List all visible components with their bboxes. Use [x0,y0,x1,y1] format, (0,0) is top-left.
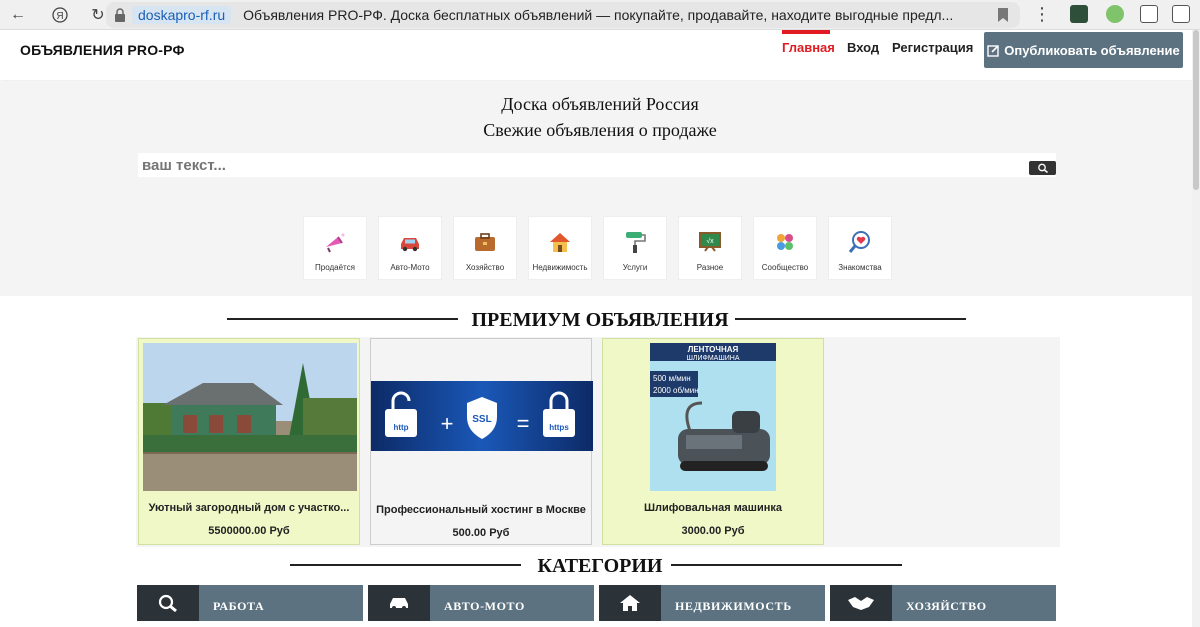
category-tile-dating[interactable]: Знакомства [828,216,892,280]
premium-card[interactable]: Уютный загородный дом с участко... 55000… [138,338,360,545]
premium-title: ПРЕМИУМ ОБЪЯВЛЕНИЯ [471,309,729,331]
category-tile-label: Сообщество [761,263,809,272]
search-bar [138,153,1056,177]
svg-text:http: http [393,423,408,432]
svg-text:√x: √x [706,237,714,245]
search-input[interactable] [138,153,1018,177]
card-title[interactable]: Шлифовальная машинка [603,502,823,514]
category-tile-services[interactable]: Услуги [603,216,667,280]
chalkboard-icon: √x [697,229,723,255]
card-title[interactable]: Профессиональный хостинг в Москве [371,504,591,516]
category-tile-label: Знакомства [838,263,882,272]
card-price: 5500000.00 Руб [208,525,290,537]
category-bar-household[interactable]: ХОЗЯЙСТВО [830,585,1056,621]
category-tile-label: Авто-Мото [390,263,430,272]
premium-card[interactable]: http + SSL = https Профессиональный хост… [370,338,593,545]
yandex-icon[interactable]: Я [48,3,72,27]
category-bar-work[interactable]: РАБОТА [137,585,363,621]
lock-icon [115,8,125,22]
magnifier-icon [137,585,199,621]
svg-text:+: + [441,411,454,436]
car-icon [397,229,423,255]
edit-icon [987,44,999,57]
bookmark-icon[interactable] [998,8,1008,22]
category-tile-label: Недвижимость [532,263,588,272]
nav-login[interactable]: Вход [847,40,879,55]
site-logo[interactable]: ОБЪЯВЛЕНИЯ PRO-РФ [20,42,185,58]
category-tile-misc[interactable]: √x Разное [678,216,742,280]
category-bar-label: ХОЗЯЙСТВО [906,599,987,613]
category-tile-label: Хозяйство [465,263,505,272]
handshake-icon [830,585,892,621]
house-icon [547,229,573,255]
hero-title: Доска объявлений Россия [501,94,699,114]
megaphone-icon [322,229,348,255]
svg-text:500 м/мин: 500 м/мин [653,374,691,383]
people-icon [772,229,798,255]
publish-label: Опубликовать объявление [1004,42,1180,58]
category-tile-household[interactable]: Хозяйство [453,216,517,280]
card-price: 500.00 Руб [452,527,510,539]
card-price: 3000.00 Руб [681,525,745,537]
back-icon[interactable]: ← [6,3,30,27]
category-bar-label: НЕДВИЖИМОСТЬ [675,599,792,613]
more-icon[interactable]: ⋮ [1033,4,1051,25]
ssl-banner: http + SSL = https [371,381,593,451]
search-button[interactable] [1029,161,1056,175]
category-tile-label: Услуги [622,263,648,272]
extension-icon[interactable] [1106,5,1124,23]
category-tiles: Продаётся Авто-Мото Хозяйство Недвижимос… [303,216,892,280]
svg-text:https: https [549,423,569,432]
category-bar-auto[interactable]: АВТО-МОТО [368,585,594,621]
card-title[interactable]: Уютный загородный дом с участко... [139,502,359,514]
category-tile-auto[interactable]: Авто-Мото [378,216,442,280]
category-tile-label: Разное [696,263,724,272]
nav-register[interactable]: Регистрация [892,40,973,55]
category-tile-sale[interactable]: Продаётся [303,216,367,280]
extension-icon[interactable] [1140,5,1158,23]
heart-search-icon [847,229,873,255]
category-bar-label: РАБОТА [213,599,265,613]
divider-line [735,318,966,320]
category-bar-realty[interactable]: НЕДВИЖИМОСТЬ [599,585,825,621]
house-photo [143,343,357,491]
hero-subtitle: Свежие объявления о продаже [483,120,717,140]
page-scrollbar[interactable] [1192,30,1200,627]
sander-photo: ЛЕНТОЧНАЯ ШЛИФМАШИНА 500 м/мин 2000 об/м… [650,343,776,491]
page-title: Объявления PRO-РФ. Доска бесплатных объя… [243,7,954,23]
svg-text:=: = [517,411,530,436]
category-tile-community[interactable]: Сообщество [753,216,817,280]
svg-text:ШЛИФМАШИНА: ШЛИФМАШИНА [686,355,739,362]
nav-home[interactable]: Главная [782,30,835,55]
paint-roller-icon [622,229,648,255]
briefcase-icon [472,229,498,255]
home-icon [599,585,661,621]
svg-text:ЛЕНТОЧНАЯ: ЛЕНТОЧНАЯ [688,345,739,354]
category-bar-label: АВТО-МОТО [444,599,525,613]
categories-title: КАТЕГОРИИ [537,555,663,577]
category-tile-label: Продаётся [315,263,355,272]
svg-text:Я: Я [56,11,63,22]
url-domain[interactable]: doskapro-rf.ru [132,6,232,24]
premium-card[interactable]: ЛЕНТОЧНАЯ ШЛИФМАШИНА 500 м/мин 2000 об/м… [602,338,824,545]
svg-text:2000 об/мин: 2000 об/мин [653,386,699,395]
scrollbar-thumb[interactable] [1193,30,1199,190]
car-icon [368,585,430,621]
download-icon[interactable] [1172,5,1190,23]
svg-text:SSL: SSL [472,414,491,425]
search-icon [1037,163,1048,173]
site-header: ОБЪЯВЛЕНИЯ PRO-РФ Главная Вход Регистрац… [0,30,1200,80]
address-bar[interactable]: doskapro-rf.ru Объявления PRO-РФ. Доска … [106,2,1020,28]
extension-icon[interactable] [1070,5,1088,23]
publish-button[interactable]: Опубликовать объявление [984,32,1183,68]
browser-toolbar: ← Я ↻ doskapro-rf.ru Объявления PRO-РФ. … [0,0,1200,30]
category-tile-realty[interactable]: Недвижимость [528,216,592,280]
divider-line [671,564,902,566]
